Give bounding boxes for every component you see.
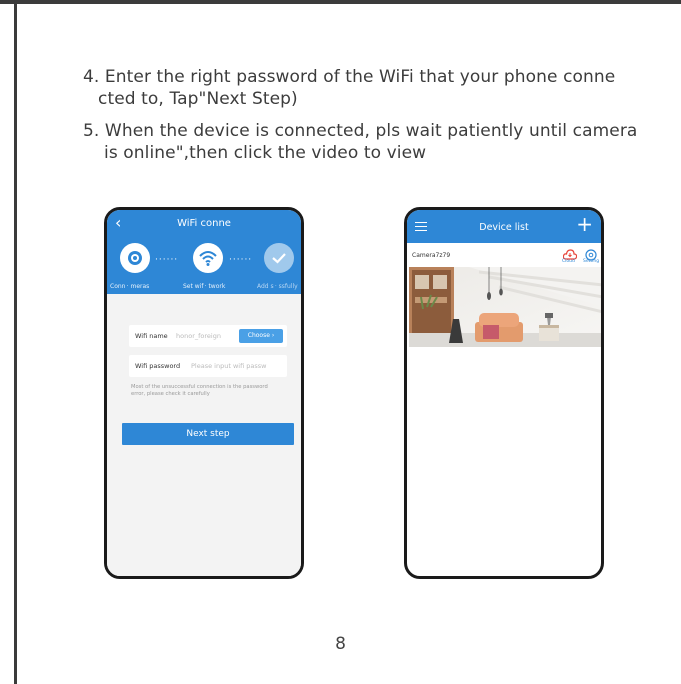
instruction-step5-line2: is online",then click the video to view — [104, 143, 427, 163]
password-hint: Most of the unsuccessful connection is t… — [131, 384, 287, 398]
password-hint-line2: error, please check it carefully — [131, 391, 210, 397]
next-step-button[interactable]: Next step — [122, 423, 294, 445]
password-hint-line1: Most of the unsuccessful connection is t… — [131, 384, 268, 390]
wifi-password-placeholder: Please input wifi passw — [191, 362, 267, 370]
device-list-header: Device list + — [407, 210, 601, 243]
instruction-step5-line1: 5. When the device is connected, pls wai… — [83, 121, 638, 141]
wifi-name-value: honor_foreign — [176, 332, 221, 340]
wifi-step-icon — [193, 243, 223, 273]
wifi-screen-title: WiFi conne — [177, 218, 231, 229]
wifi-name-label: Wifi name — [135, 332, 168, 340]
page-border-left — [14, 0, 17, 684]
wifi-password-label: Wifi password — [135, 362, 181, 370]
setting-label: Setting — [583, 259, 600, 264]
page-border-top — [0, 0, 681, 4]
device-list-title: Device list — [479, 222, 529, 233]
step-connector-2: ······ — [229, 255, 253, 265]
step-label-add: Add s · ssfully — [257, 283, 298, 290]
camera-step-icon — [120, 243, 150, 273]
instruction-step4-line2: cted to, Tap"Next Step) — [98, 89, 298, 109]
camera-name: Camera7z79 — [412, 252, 451, 259]
phone-device-list: Device list + Camera7z79 Cloud Setting — [404, 207, 604, 579]
add-device-icon[interactable]: + — [576, 214, 593, 234]
wifi-header: ‹ WiFi conne ······ ······ Conn · meras … — [107, 210, 301, 294]
check-step-icon — [264, 243, 294, 273]
wifi-password-field[interactable]: Wifi password Please input wifi passw — [129, 355, 287, 377]
camera-video-thumbnail[interactable] — [409, 267, 601, 347]
wifi-name-field[interactable]: Wifi name honor_foreign Choose › — [129, 325, 287, 347]
phone-wifi-connect: ‹ WiFi conne ······ ······ Conn · meras … — [104, 207, 304, 579]
cloud-label: Cloud — [562, 259, 575, 264]
page-number: 8 — [335, 634, 346, 654]
choose-wifi-button[interactable]: Choose › — [239, 329, 283, 343]
step-label-set-wifi: Set wif · twork — [183, 283, 226, 290]
instruction-step4-line1: 4. Enter the right password of the WiFi … — [83, 67, 616, 87]
step-connector-1: ······ — [155, 255, 179, 265]
step-label-connect: Conn · meras — [110, 283, 150, 290]
